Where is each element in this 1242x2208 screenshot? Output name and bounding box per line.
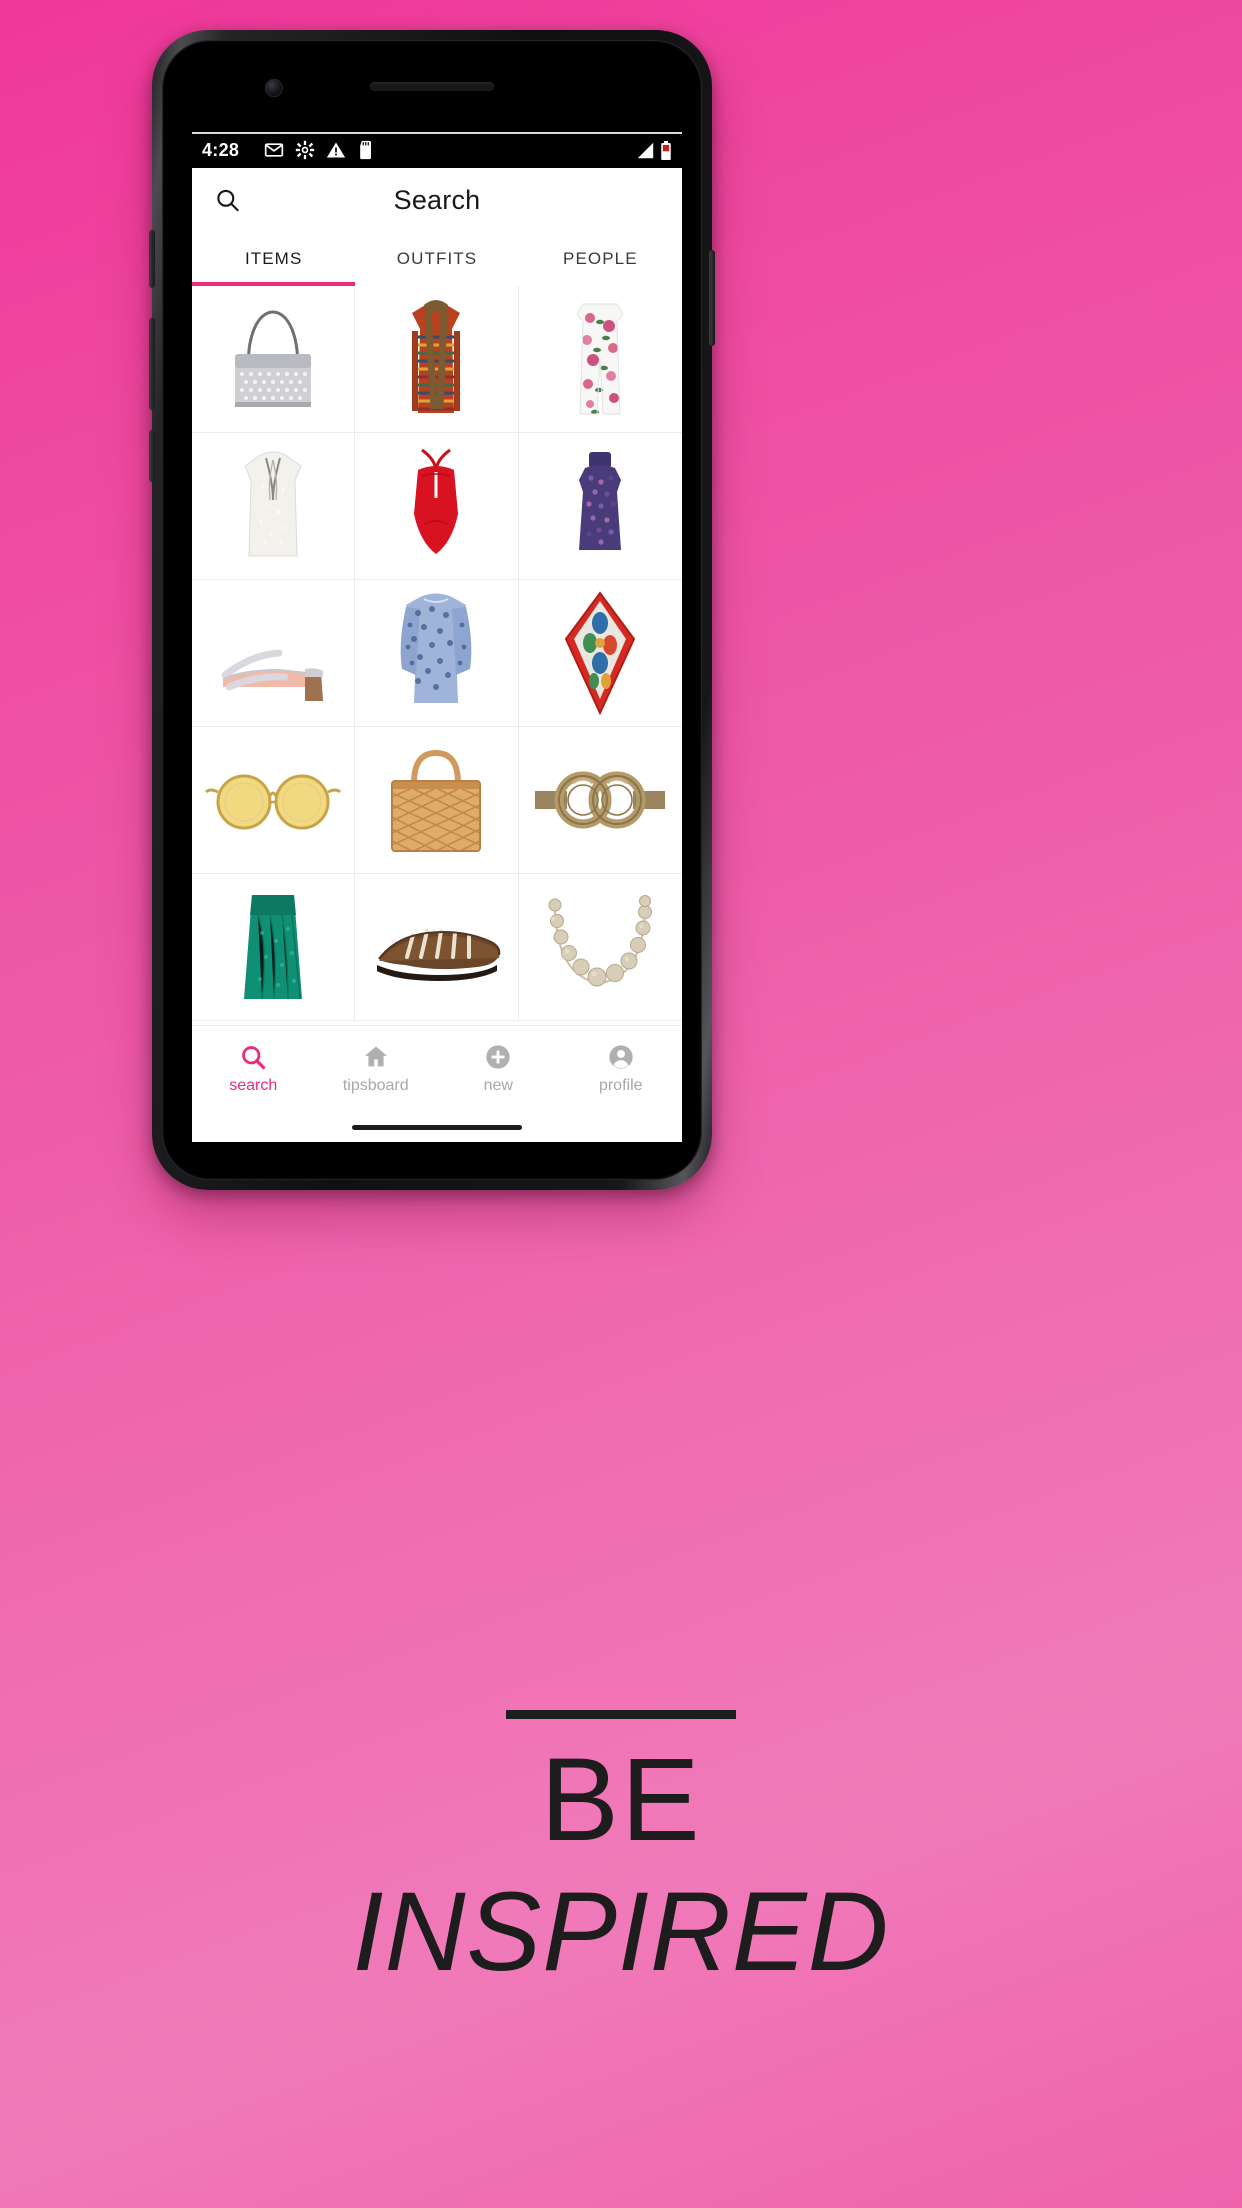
grid-item-scarf-floral[interactable] [518,580,682,727]
sdcard-icon [357,140,375,160]
grid-item-dress-lace[interactable] [355,580,519,727]
grid-item-bag-silver[interactable] [192,286,356,433]
warning-icon [326,140,346,160]
status-bar-right [636,140,672,160]
account-circle-icon [607,1043,635,1071]
earpiece-speaker [370,82,494,91]
grid-item-belt-gold[interactable] [518,727,682,874]
phone-side-button-power[interactable] [709,250,715,346]
grid-item-skirt-green[interactable] [192,874,356,1021]
status-bar: 4:28 [192,132,682,168]
grid-item-sunglasses[interactable] [192,727,356,874]
gesture-pill [352,1124,522,1130]
caption-divider [506,1710,736,1719]
search-icon[interactable] [214,187,241,214]
grid-item-swimsuit-red[interactable] [355,433,519,580]
caption-line-1: BE [540,1734,702,1866]
results-grid [192,286,682,1021]
tab-outfits[interactable]: OUTFITS [355,232,518,286]
grid-item-coat-striped[interactable] [355,286,519,433]
tab-items[interactable]: ITEMS [192,232,356,286]
search-icon [239,1043,267,1071]
grid-item-sandal-brown[interactable] [355,874,519,1021]
status-bar-clock: 4:28 [202,139,240,160]
page-title: Search [393,184,481,215]
phone-bezel: 4:28 Search ITEMS OUTFITS PEOPLE search … [162,40,702,1180]
battery-icon [660,140,672,160]
front-camera-icon [266,80,282,96]
app-bar: Search [192,168,682,232]
tab-people[interactable]: PEOPLE [519,232,682,286]
phone-side-button-volume-down[interactable] [149,318,155,410]
status-bar-left: 4:28 [202,140,375,161]
signal-icon [636,142,655,159]
phone-side-button-extra[interactable] [149,430,155,482]
plus-circle-icon [484,1043,512,1071]
grid-item-blouse-white[interactable] [192,433,356,580]
grid-item-necklace-beads[interactable] [518,874,682,1021]
phone-screen: 4:28 Search ITEMS OUTFITS PEOPLE search … [192,132,682,1142]
nav-label-new: new [483,1077,513,1094]
nav-label-profile: profile [598,1077,643,1094]
nav-item-tipsboard[interactable]: tipsboard [315,1026,438,1112]
nav-item-new[interactable]: new [437,1026,560,1112]
home-icon [362,1043,390,1071]
gesture-bar[interactable] [192,1112,682,1142]
grid-item-bag-straw[interactable] [355,727,519,874]
gmail-icon [264,140,284,160]
status-bar-top-line [192,132,682,134]
bottom-navigation: search tipsboard new profile [192,1025,682,1112]
phone-side-button-volume-up[interactable] [149,230,155,288]
grid-item-top-sequin[interactable] [518,433,682,580]
nav-label-tipsboard: tipsboard [342,1077,409,1094]
caption-block: BE INSPIRED [0,1710,1242,1991]
nav-item-profile[interactable]: profile [560,1026,683,1112]
phone-mockup: 4:28 Search ITEMS OUTFITS PEOPLE search … [149,30,715,1190]
caption-line-2: INSPIRED [352,1869,890,1994]
nav-item-search[interactable]: search [192,1026,315,1112]
grid-item-shoe-mule[interactable] [192,580,356,727]
grid-item-jumpsuit-floral[interactable] [518,286,682,433]
tab-bar: ITEMS OUTFITS PEOPLE [192,232,682,286]
gear-icon [295,140,315,160]
nav-label-search: search [229,1077,278,1094]
